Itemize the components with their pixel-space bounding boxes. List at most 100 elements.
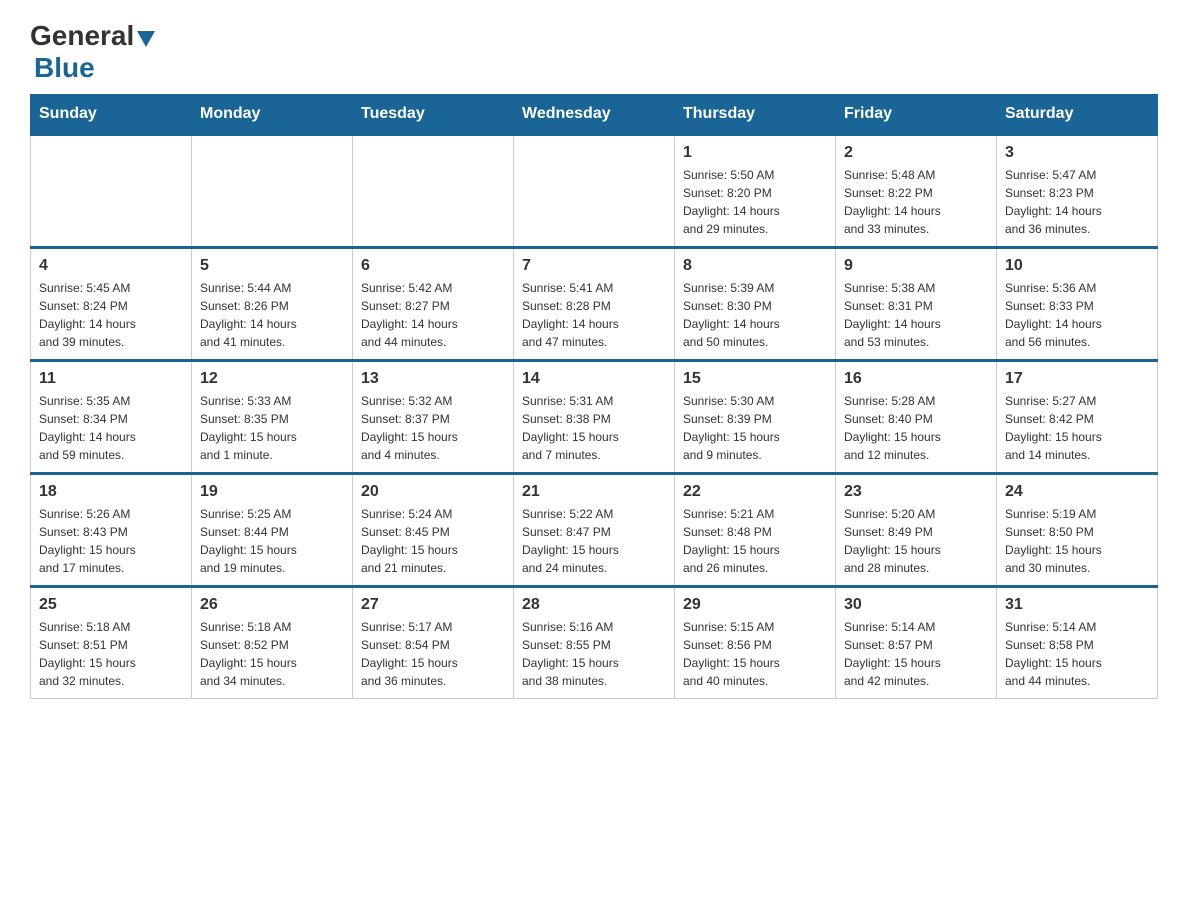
day-number: 13 <box>361 370 505 388</box>
day-number: 6 <box>361 257 505 275</box>
day-info: Sunrise: 5:19 AMSunset: 8:50 PMDaylight:… <box>1005 505 1149 577</box>
calendar-cell: 8 Sunrise: 5:39 AMSunset: 8:30 PMDaylight… <box>675 248 836 361</box>
calendar-cell: 11 Sunrise: 5:35 AMSunset: 8:34 PMDayligh… <box>31 361 192 474</box>
day-number: 15 <box>683 370 827 388</box>
calendar-cell: 17 Sunrise: 5:27 AMSunset: 8:42 PMDayligh… <box>997 361 1158 474</box>
day-number: 9 <box>844 257 988 275</box>
day-info: Sunrise: 5:18 AMSunset: 8:52 PMDaylight:… <box>200 618 344 690</box>
calendar-cell: 29Sunrise: 5:15 AMSunset: 8:56 PMDayligh… <box>675 587 836 699</box>
calendar-week-2: 4 Sunrise: 5:45 AMSunset: 8:24 PMDaylight… <box>31 248 1158 361</box>
day-info: Sunrise: 5:18 AMSunset: 8:51 PMDaylight:… <box>39 618 183 690</box>
day-number: 27 <box>361 596 505 614</box>
day-info: Sunrise: 5:45 AMSunset: 8:24 PMDaylight:… <box>39 279 183 351</box>
day-number: 8 <box>683 257 827 275</box>
day-info: Sunrise: 5:14 AMSunset: 8:58 PMDaylight:… <box>1005 618 1149 690</box>
day-number: 2 <box>844 144 988 162</box>
calendar-week-1: 1 Sunrise: 5:50 AMSunset: 8:20 PMDaylight… <box>31 135 1158 248</box>
day-number: 4 <box>39 257 183 275</box>
calendar-cell: 27Sunrise: 5:17 AMSunset: 8:54 PMDayligh… <box>353 587 514 699</box>
day-info: Sunrise: 5:32 AMSunset: 8:37 PMDaylight:… <box>361 392 505 464</box>
calendar-cell: 18 Sunrise: 5:26 AMSunset: 8:43 PMDayligh… <box>31 474 192 587</box>
calendar-cell: 24Sunrise: 5:19 AMSunset: 8:50 PMDayligh… <box>997 474 1158 587</box>
day-number: 3 <box>1005 144 1149 162</box>
day-info: Sunrise: 5:39 AMSunset: 8:30 PMDaylight:… <box>683 279 827 351</box>
day-info: Sunrise: 5:48 AMSunset: 8:22 PMDaylight:… <box>844 166 988 238</box>
logo: General Blue <box>30 20 158 84</box>
calendar-cell: 28 Sunrise: 5:16 AMSunset: 8:55 PMDayligh… <box>514 587 675 699</box>
day-info: Sunrise: 5:14 AMSunset: 8:57 PMDaylight:… <box>844 618 988 690</box>
day-number: 25 <box>39 596 183 614</box>
day-number: 31 <box>1005 596 1149 614</box>
day-number: 18 <box>39 483 183 501</box>
day-number: 26 <box>200 596 344 614</box>
calendar-cell: 13 Sunrise: 5:32 AMSunset: 8:37 PMDayligh… <box>353 361 514 474</box>
calendar-cell: 7Sunrise: 5:41 AMSunset: 8:28 PMDaylight… <box>514 248 675 361</box>
day-number: 11 <box>39 370 183 388</box>
calendar-cell: 3Sunrise: 5:47 AMSunset: 8:23 PMDaylight… <box>997 135 1158 248</box>
day-number: 28 <box>522 596 666 614</box>
day-info: Sunrise: 5:15 AMSunset: 8:56 PMDaylight:… <box>683 618 827 690</box>
day-number: 5 <box>200 257 344 275</box>
calendar-week-4: 18 Sunrise: 5:26 AMSunset: 8:43 PMDayligh… <box>31 474 1158 587</box>
calendar-cell: 22 Sunrise: 5:21 AMSunset: 8:48 PMDayligh… <box>675 474 836 587</box>
calendar-cell: 21 Sunrise: 5:22 AMSunset: 8:47 PMDayligh… <box>514 474 675 587</box>
day-info: Sunrise: 5:28 AMSunset: 8:40 PMDaylight:… <box>844 392 988 464</box>
day-info: Sunrise: 5:20 AMSunset: 8:49 PMDaylight:… <box>844 505 988 577</box>
day-number: 14 <box>522 370 666 388</box>
day-info: Sunrise: 5:36 AMSunset: 8:33 PMDaylight:… <box>1005 279 1149 351</box>
calendar-week-3: 11 Sunrise: 5:35 AMSunset: 8:34 PMDayligh… <box>31 361 1158 474</box>
day-info: Sunrise: 5:25 AMSunset: 8:44 PMDaylight:… <box>200 505 344 577</box>
page-header: General Blue <box>30 20 1158 84</box>
calendar-cell: 16Sunrise: 5:28 AMSunset: 8:40 PMDayligh… <box>836 361 997 474</box>
calendar-cell <box>192 135 353 248</box>
calendar-cell: 10Sunrise: 5:36 AMSunset: 8:33 PMDayligh… <box>997 248 1158 361</box>
calendar-cell: 20 Sunrise: 5:24 AMSunset: 8:45 PMDayligh… <box>353 474 514 587</box>
day-number: 12 <box>200 370 344 388</box>
calendar-cell <box>514 135 675 248</box>
calendar-cell: 5Sunrise: 5:44 AMSunset: 8:26 PMDaylight… <box>192 248 353 361</box>
day-number: 30 <box>844 596 988 614</box>
calendar-week-5: 25 Sunrise: 5:18 AMSunset: 8:51 PMDayligh… <box>31 587 1158 699</box>
calendar-cell: 14 Sunrise: 5:31 AMSunset: 8:38 PMDayligh… <box>514 361 675 474</box>
calendar-cell: 15 Sunrise: 5:30 AMSunset: 8:39 PMDayligh… <box>675 361 836 474</box>
day-info: Sunrise: 5:21 AMSunset: 8:48 PMDaylight:… <box>683 505 827 577</box>
day-number: 1 <box>683 144 827 162</box>
calendar-cell: 19 Sunrise: 5:25 AMSunset: 8:44 PMDayligh… <box>192 474 353 587</box>
day-info: Sunrise: 5:35 AMSunset: 8:34 PMDaylight:… <box>39 392 183 464</box>
day-info: Sunrise: 5:24 AMSunset: 8:45 PMDaylight:… <box>361 505 505 577</box>
calendar-cell: 23 Sunrise: 5:20 AMSunset: 8:49 PMDayligh… <box>836 474 997 587</box>
calendar-cell: 4 Sunrise: 5:45 AMSunset: 8:24 PMDaylight… <box>31 248 192 361</box>
day-info: Sunrise: 5:41 AMSunset: 8:28 PMDaylight:… <box>522 279 666 351</box>
day-info: Sunrise: 5:22 AMSunset: 8:47 PMDaylight:… <box>522 505 666 577</box>
day-number: 19 <box>200 483 344 501</box>
day-number: 21 <box>522 483 666 501</box>
logo-triangle-icon <box>137 31 155 47</box>
calendar-header-row: SundayMondayTuesdayWednesdayThursdayFrid… <box>31 95 1158 135</box>
calendar-cell: 30 Sunrise: 5:14 AMSunset: 8:57 PMDayligh… <box>836 587 997 699</box>
calendar-header-saturday: Saturday <box>997 95 1158 135</box>
day-info: Sunrise: 5:30 AMSunset: 8:39 PMDaylight:… <box>683 392 827 464</box>
day-number: 22 <box>683 483 827 501</box>
calendar-header-monday: Monday <box>192 95 353 135</box>
day-info: Sunrise: 5:26 AMSunset: 8:43 PMDaylight:… <box>39 505 183 577</box>
calendar-table: SundayMondayTuesdayWednesdayThursdayFrid… <box>30 94 1158 699</box>
calendar-header-wednesday: Wednesday <box>514 95 675 135</box>
calendar-cell: 31 Sunrise: 5:14 AMSunset: 8:58 PMDayligh… <box>997 587 1158 699</box>
day-number: 20 <box>361 483 505 501</box>
calendar-cell <box>31 135 192 248</box>
day-info: Sunrise: 5:50 AMSunset: 8:20 PMDaylight:… <box>683 166 827 238</box>
day-number: 23 <box>844 483 988 501</box>
day-info: Sunrise: 5:42 AMSunset: 8:27 PMDaylight:… <box>361 279 505 351</box>
day-info: Sunrise: 5:16 AMSunset: 8:55 PMDaylight:… <box>522 618 666 690</box>
calendar-cell: 1 Sunrise: 5:50 AMSunset: 8:20 PMDaylight… <box>675 135 836 248</box>
calendar-header-thursday: Thursday <box>675 95 836 135</box>
calendar-cell: 9 Sunrise: 5:38 AMSunset: 8:31 PMDaylight… <box>836 248 997 361</box>
day-number: 17 <box>1005 370 1149 388</box>
calendar-cell: 2 Sunrise: 5:48 AMSunset: 8:22 PMDaylight… <box>836 135 997 248</box>
logo-blue: Blue <box>34 52 95 83</box>
day-info: Sunrise: 5:38 AMSunset: 8:31 PMDaylight:… <box>844 279 988 351</box>
day-info: Sunrise: 5:31 AMSunset: 8:38 PMDaylight:… <box>522 392 666 464</box>
calendar-cell: 6 Sunrise: 5:42 AMSunset: 8:27 PMDaylight… <box>353 248 514 361</box>
day-info: Sunrise: 5:27 AMSunset: 8:42 PMDaylight:… <box>1005 392 1149 464</box>
calendar-cell <box>353 135 514 248</box>
